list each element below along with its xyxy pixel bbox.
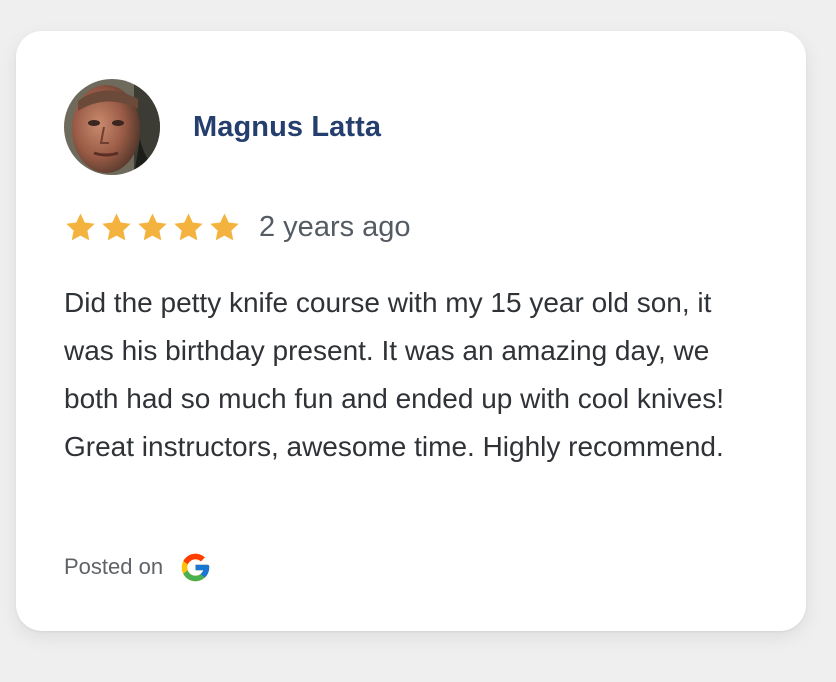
star-rating — [64, 211, 241, 244]
review-header: Magnus Latta — [64, 79, 381, 175]
star-icon — [174, 212, 203, 240]
posted-on-label: Posted on — [64, 554, 164, 579]
review-footer: Posted on — [64, 547, 212, 587]
rating-row: 2 years ago — [64, 207, 411, 247]
star-icon — [138, 212, 167, 240]
star-icon — [210, 212, 239, 240]
star-icon — [102, 212, 131, 240]
review-time: 2 years ago — [259, 210, 411, 243]
review-text: Did the petty knife course with my 15 ye… — [64, 287, 724, 462]
google-icon[interactable] — [179, 551, 212, 584]
avatar — [64, 79, 160, 175]
review-card: Magnus Latta 2 years ago Did the petty k… — [16, 31, 806, 631]
avatar-image — [64, 79, 160, 175]
star-icon — [66, 212, 95, 240]
author-name[interactable]: Magnus Latta — [193, 111, 381, 144]
